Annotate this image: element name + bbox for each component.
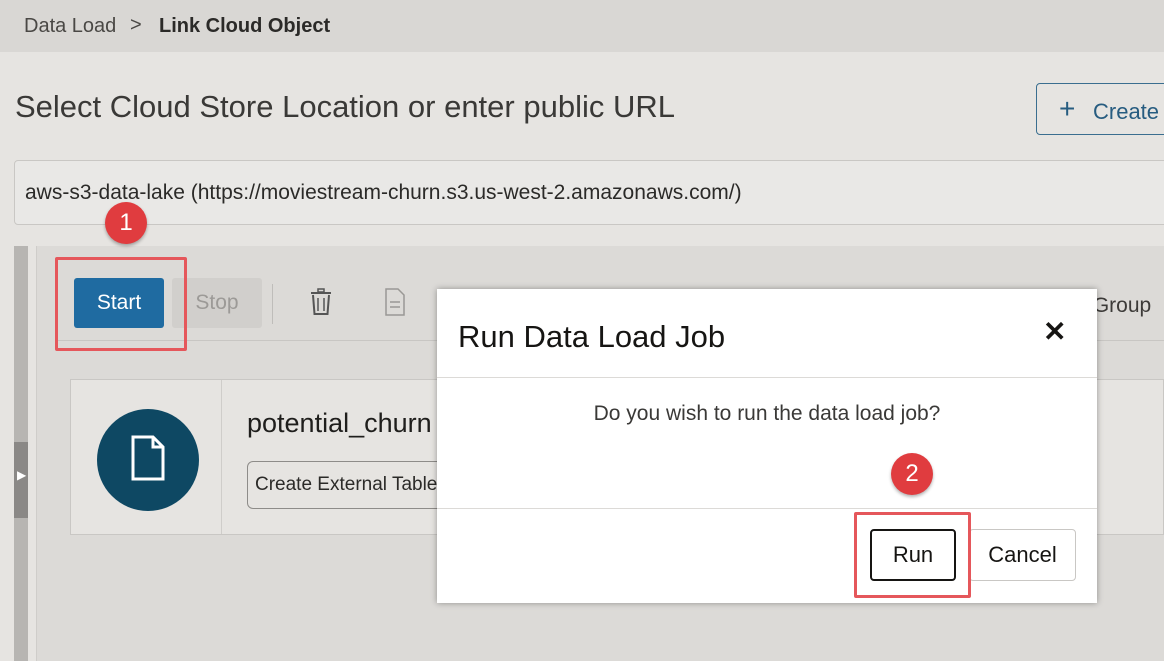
start-highlight [55, 257, 187, 351]
callout-badge-2: 2 [891, 453, 933, 495]
file-icon [131, 435, 165, 481]
callout-badge-1: 1 [105, 202, 147, 244]
chevron-right-icon: ▶ [17, 468, 27, 482]
toolbar-divider [272, 284, 273, 324]
file-avatar [97, 409, 199, 511]
chevron-right-icon: > [130, 14, 142, 36]
panel-toggle-handle[interactable]: ▶ [14, 442, 28, 518]
run-job-dialog: Run Data Load Job ✕ Do you wish to run t… [437, 289, 1097, 603]
run-highlight [854, 512, 971, 598]
create-button[interactable]: + Create [1036, 83, 1164, 135]
card-divider [221, 380, 222, 534]
cloud-location-select[interactable]: aws-s3-data-lake (https://moviestream-ch… [14, 160, 1164, 225]
create-label: Create [1093, 99, 1160, 124]
cancel-button[interactable]: Cancel [969, 529, 1076, 581]
document-icon[interactable] [384, 288, 406, 321]
dialog-message: Do you wish to run the data load job? [593, 402, 941, 425]
breadcrumb-bar: Data Load > Link Cloud Object [0, 0, 1164, 52]
close-icon[interactable]: ✕ [1043, 315, 1066, 348]
dialog-title: Run Data Load Job [458, 319, 726, 354]
card-object-name: potential_churn [247, 408, 432, 438]
dialog-header-divider [437, 377, 1097, 378]
page-title: Select Cloud Store Location or enter pub… [15, 89, 675, 124]
cloud-location-value: aws-s3-data-lake (https://moviestream-ch… [25, 181, 742, 204]
trash-icon[interactable] [309, 288, 333, 321]
dialog-footer-divider [437, 508, 1097, 509]
card-action-label: Create External Table [255, 474, 438, 495]
breadcrumb-data-load-link[interactable]: Data Load [24, 15, 116, 38]
side-panel-rail: ▶ [14, 246, 28, 661]
plus-icon: + [1059, 93, 1076, 124]
breadcrumb-current: Link Cloud Object [159, 15, 331, 37]
